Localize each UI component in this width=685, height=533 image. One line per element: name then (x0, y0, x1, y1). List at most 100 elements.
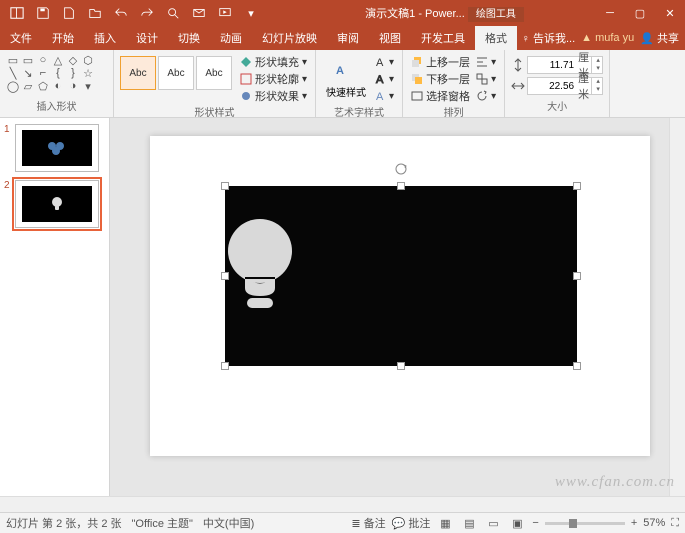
new-icon[interactable] (56, 0, 82, 26)
redo-icon[interactable] (134, 0, 160, 26)
print-preview-icon[interactable] (160, 0, 186, 26)
slide-thumbnails: 1 2 (0, 118, 110, 496)
slide-thumbnail-2[interactable] (15, 180, 99, 228)
minimize-icon[interactable]: ─ (595, 0, 625, 26)
status-bar: 幻灯片 第 2 张，共 2 张 "Office 主题" 中文(中国) ≣ 备注 … (0, 512, 685, 533)
group-insert-shapes: ▭▭○△◇⬡ ╲↘⌐{}☆ ◯▱⬠◐◑▾ 插入形状 (0, 50, 114, 117)
shape-effects-button[interactable]: 形状效果 ▾ (238, 88, 309, 104)
close-icon[interactable]: ✕ (655, 0, 685, 26)
style-preset-2[interactable]: Abc (158, 56, 194, 90)
shape-outline-button[interactable]: 形状轮廓 ▾ (238, 71, 309, 87)
svg-text:A: A (336, 65, 344, 77)
resize-handle[interactable] (221, 362, 229, 370)
qat-more-icon[interactable]: ▾ (238, 0, 264, 26)
shapes-gallery[interactable]: ▭▭○△◇⬡ ╲↘⌐{}☆ ◯▱⬠◐◑▾ (6, 52, 95, 92)
svg-text:A: A (376, 91, 384, 102)
align-icon[interactable]: ▾ (474, 54, 498, 70)
bring-forward-button[interactable]: 上移一层 (409, 54, 472, 70)
workspace: 1 2 (0, 118, 685, 496)
group-label: 插入形状 (6, 98, 107, 115)
tab-insert[interactable]: 插入 (84, 26, 126, 50)
tab-view[interactable]: 视图 (369, 26, 411, 50)
tab-file[interactable]: 文件 (0, 26, 42, 50)
save-icon[interactable] (30, 0, 56, 26)
zoom-slider[interactable] (545, 522, 625, 525)
svg-text:A: A (376, 74, 384, 85)
lightbulb-icon (225, 216, 295, 316)
start-slideshow-icon[interactable] (212, 0, 238, 26)
fit-window-icon[interactable]: ⛶ (671, 517, 679, 530)
resize-handle[interactable] (397, 182, 405, 190)
notes-button[interactable]: ≣ 备注 (351, 515, 385, 531)
group-shape-styles: Abc Abc Abc 形状填充 ▾ 形状轮廓 ▾ 形状效果 ▾ 形状样式 (114, 50, 316, 117)
zoom-level[interactable]: 57% (643, 517, 665, 529)
quick-styles-button[interactable]: A 快速样式 (322, 52, 370, 101)
svg-text:A: A (376, 57, 384, 68)
style-preset-3[interactable]: Abc (196, 56, 232, 90)
tab-format[interactable]: 格式 (475, 26, 517, 50)
selection-pane-button[interactable]: 选择窗格 (409, 88, 472, 104)
group-icon[interactable]: ▾ (474, 71, 498, 87)
language[interactable]: 中文(中国) (203, 515, 254, 531)
share-button[interactable]: 👤 共享 (640, 30, 679, 46)
tab-devtools[interactable]: 开发工具 (411, 26, 475, 50)
shape-fill-button[interactable]: 形状填充 ▾ (238, 54, 309, 70)
tab-slideshow[interactable]: 幻灯片放映 (252, 26, 327, 50)
resize-handle[interactable] (573, 182, 581, 190)
style-preset-1[interactable]: Abc (120, 56, 156, 90)
open-icon[interactable] (82, 0, 108, 26)
width-input[interactable]: 厘米▴▾ (527, 77, 603, 95)
resize-handle[interactable] (221, 272, 229, 280)
rotate-handle[interactable] (394, 162, 408, 176)
resize-handle[interactable] (221, 182, 229, 190)
slide-canvas[interactable] (110, 118, 669, 496)
sorter-view-icon[interactable]: ▤ (460, 515, 478, 531)
mail-icon[interactable] (186, 0, 212, 26)
horizontal-scrollbar[interactable] (0, 496, 685, 512)
theme-name: "Office 主题" (132, 515, 193, 531)
send-backward-button[interactable]: 下移一层 (409, 71, 472, 87)
slide-counter: 幻灯片 第 2 张，共 2 张 (6, 515, 122, 531)
group-label: 大小 (511, 98, 603, 115)
text-fill-icon[interactable]: A▾ (372, 54, 396, 70)
group-arrange: 上移一层 下移一层 选择窗格 ▾ ▾ ▾ 排列 (403, 50, 505, 117)
slideshow-view-icon[interactable]: ▣ (508, 515, 526, 531)
width-icon (511, 79, 525, 93)
tab-design[interactable]: 设计 (126, 26, 168, 50)
selected-shape[interactable] (225, 186, 577, 366)
text-outline-icon[interactable]: A▾ (372, 71, 396, 87)
undo-icon[interactable] (108, 0, 134, 26)
reading-view-icon[interactable]: ▭ (484, 515, 502, 531)
group-wordart-styles: A 快速样式 A▾ A▾ A▾ 艺术字样式 (316, 50, 403, 117)
comments-button[interactable]: 💬 批注 (392, 515, 431, 531)
slide[interactable] (150, 136, 650, 456)
height-input[interactable]: 厘米▴▾ (527, 56, 603, 74)
thumb-number: 2 (4, 180, 12, 228)
tab-animations[interactable]: 动画 (210, 26, 252, 50)
title-bar: ▾ 演示文稿1 - Power... 绘图工具 ─ ▢ ✕ (0, 0, 685, 26)
ribbon: ▭▭○△◇⬡ ╲↘⌐{}☆ ◯▱⬠◐◑▾ 插入形状 Abc Abc Abc 形状… (0, 50, 685, 118)
zoom-out-icon[interactable]: − (532, 517, 538, 529)
resize-handle[interactable] (573, 272, 581, 280)
tell-me[interactable]: ♀ 告诉我... (522, 30, 575, 46)
resize-handle[interactable] (573, 362, 581, 370)
vertical-scrollbar[interactable] (669, 118, 685, 496)
rotate-icon[interactable]: ▾ (474, 88, 498, 104)
tab-review[interactable]: 审阅 (327, 26, 369, 50)
maximize-icon[interactable]: ▢ (625, 0, 655, 26)
normal-view-icon[interactable]: ▦ (436, 515, 454, 531)
watermark: www.cfan.com.cn (555, 474, 675, 491)
tab-transitions[interactable]: 切换 (168, 26, 210, 50)
group-size: 厘米▴▾ 厘米▴▾ 大小 (505, 50, 610, 117)
contextual-tab-label: 绘图工具 (468, 7, 524, 22)
user-name[interactable]: ▲ mufa yu (581, 32, 634, 44)
thumb-number: 1 (4, 124, 12, 172)
quick-access-toolbar: ▾ (0, 0, 264, 26)
tab-home[interactable]: 开始 (42, 26, 84, 50)
slide-thumbnail-1[interactable] (15, 124, 99, 172)
height-icon (511, 58, 525, 72)
zoom-in-icon[interactable]: + (631, 517, 637, 529)
resize-handle[interactable] (397, 362, 405, 370)
text-effects-icon[interactable]: A▾ (372, 88, 396, 104)
app-icon[interactable] (4, 0, 30, 26)
